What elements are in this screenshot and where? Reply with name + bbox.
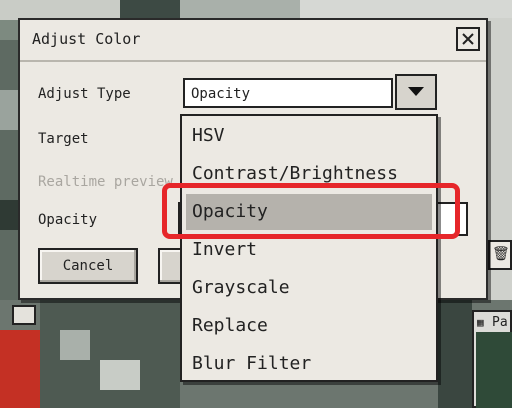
option-blur-filter[interactable]: Blur Filter	[186, 346, 432, 382]
option-label: Invert	[192, 239, 258, 260]
option-label: Replace	[192, 315, 268, 336]
close-button[interactable]	[456, 27, 480, 51]
chevron-down-icon	[408, 87, 424, 96]
option-grayscale[interactable]: Grayscale	[186, 270, 432, 306]
option-label: Contrast/Brightness	[192, 163, 398, 184]
panel-label: Pa	[492, 315, 508, 330]
option-label: Blur Filter	[192, 353, 312, 374]
option-replace[interactable]: Replace	[186, 308, 432, 344]
trash-icon[interactable]: 🗑	[492, 246, 510, 262]
adjust-type-value: Opacity	[191, 86, 251, 102]
close-icon	[462, 33, 474, 45]
realtime-preview-label: Realtime preview	[38, 174, 173, 190]
option-label: Grayscale	[192, 277, 290, 298]
dialog-titlebar: Adjust Color	[20, 20, 486, 62]
grid-icon[interactable]: ▦	[477, 316, 484, 329]
cancel-button[interactable]: Cancel	[38, 248, 138, 284]
cancel-button-label: Cancel	[62, 258, 114, 274]
adjust-type-label: Adjust Type	[38, 86, 131, 102]
adjust-type-select[interactable]: Opacity	[183, 78, 393, 108]
target-label: Target	[38, 131, 89, 147]
option-hsv[interactable]: HSV	[186, 118, 432, 154]
adjust-type-dropdown-button[interactable]	[395, 74, 437, 110]
selection-highlight-box	[162, 183, 460, 239]
opacity-label: Opacity	[38, 212, 98, 228]
option-label: HSV	[192, 125, 225, 146]
adjust-type-options-list: HSV Contrast/Brightness Opacity Invert G…	[180, 114, 438, 382]
dialog-title: Adjust Color	[32, 30, 141, 48]
